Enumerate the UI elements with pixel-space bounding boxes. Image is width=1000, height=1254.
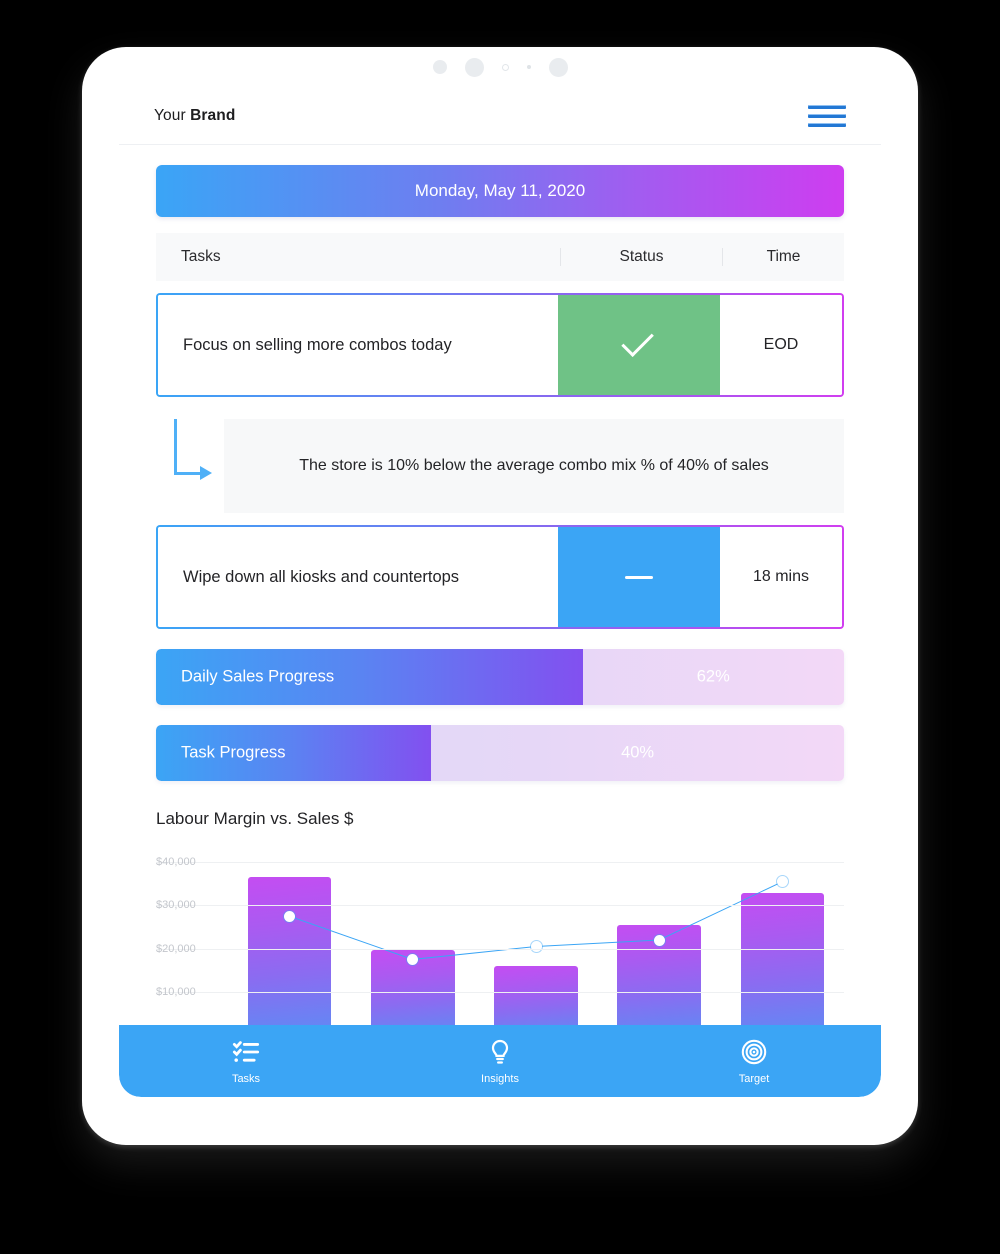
chart-line-point: [530, 940, 542, 952]
bottom-navigation: Tasks Insights Target: [119, 1025, 881, 1097]
table-row[interactable]: Focus on selling more combos today EOD: [156, 293, 844, 397]
task-time: EOD: [720, 295, 842, 395]
task-time: 18 mins: [720, 527, 842, 627]
hamburger-bar-3: [808, 122, 846, 127]
task-status-cell[interactable]: [558, 295, 720, 395]
check-icon: [621, 324, 654, 358]
column-header-tasks: Tasks: [181, 248, 221, 265]
progress-percent: 62%: [696, 667, 730, 686]
checklist-icon: [232, 1040, 260, 1062]
sensor-dot-1: [432, 60, 447, 74]
hamburger-icon[interactable]: [808, 104, 846, 127]
ambient-light-sensor-icon: [501, 63, 509, 71]
chart-gridline: [156, 991, 844, 993]
progress-bar-task[interactable]: Task Progress 40%: [156, 725, 844, 781]
app-content: Monday, May 11, 2020 Tasks Status Time F…: [119, 145, 881, 1097]
nav-label-target: Target: [738, 1072, 770, 1085]
chart-gridline: [156, 905, 844, 907]
arrow-head-icon: [200, 466, 212, 480]
task-status-cell[interactable]: [558, 527, 720, 627]
column-header-status: Status: [560, 248, 722, 266]
nav-label-tasks: Tasks: [231, 1072, 261, 1085]
insight-text: The store is 10% below the average combo…: [224, 419, 844, 513]
device-top-bezel: [82, 47, 918, 87]
app-topbar: Your Brand: [119, 87, 881, 145]
chart-y-tick-label: $30,000: [156, 899, 196, 912]
progress-bar-daily-sales[interactable]: Daily Sales Progress 62%: [156, 649, 844, 705]
chart-y-tick-label: $40,000: [156, 856, 196, 869]
task-name: Focus on selling more combos today: [158, 295, 558, 395]
brand-name: Brand: [190, 106, 236, 124]
target-icon: [741, 1039, 767, 1064]
front-camera-icon: [464, 57, 484, 77]
chart-gridline: [156, 862, 844, 864]
chart-plot-area: $40,000 $30,000 $20,000 $10,000: [156, 845, 844, 1035]
brand-prefix: Your: [154, 106, 191, 124]
chart-plot: [228, 845, 844, 1035]
lightbulb-icon: [491, 1039, 509, 1064]
progress-percent: 40%: [621, 743, 655, 762]
speaker-icon: [548, 57, 568, 77]
tablet-device-frame: Your Brand Monday, May 11, 2020 Tasks St…: [82, 47, 918, 1145]
insight-callout: The store is 10% below the average combo…: [156, 419, 844, 513]
chart-title: Labour Margin vs. Sales $: [156, 809, 354, 828]
date-banner: Monday, May 11, 2020: [156, 165, 844, 217]
app-screen: Your Brand Monday, May 11, 2020 Tasks St…: [119, 87, 881, 1097]
hamburger-bar-1: [808, 104, 846, 109]
chart-y-tick-label: $20,000: [156, 942, 196, 955]
chart-line-point: [284, 910, 296, 922]
nav-label-insights: Insights: [481, 1072, 519, 1085]
chart-gridline: [156, 948, 844, 950]
corner-down-right-arrow-icon: [156, 419, 224, 513]
brand-logo: Your Brand: [154, 107, 235, 125]
progress-label: Task Progress: [181, 743, 286, 762]
chart-y-tick-label: $10,000: [156, 985, 196, 998]
dash-icon: [625, 575, 653, 579]
chart-container: Labour Margin vs. Sales $ $40,000 $30,000…: [156, 809, 844, 1035]
table-row[interactable]: Wipe down all kiosks and countertops 18 …: [156, 525, 844, 629]
chart-line-point: [653, 934, 665, 946]
hamburger-bar-2: [808, 113, 846, 118]
task-name: Wipe down all kiosks and countertops: [158, 527, 558, 627]
nav-item-insights[interactable]: Insights: [440, 1038, 560, 1085]
task-table-header: Tasks Status Time: [156, 233, 844, 281]
progress-label: Daily Sales Progress: [181, 667, 335, 686]
sensor-dot-4: [526, 65, 531, 69]
nav-item-tasks[interactable]: Tasks: [186, 1038, 306, 1085]
nav-item-target[interactable]: Target: [694, 1038, 814, 1085]
column-header-time: Time: [722, 248, 844, 266]
